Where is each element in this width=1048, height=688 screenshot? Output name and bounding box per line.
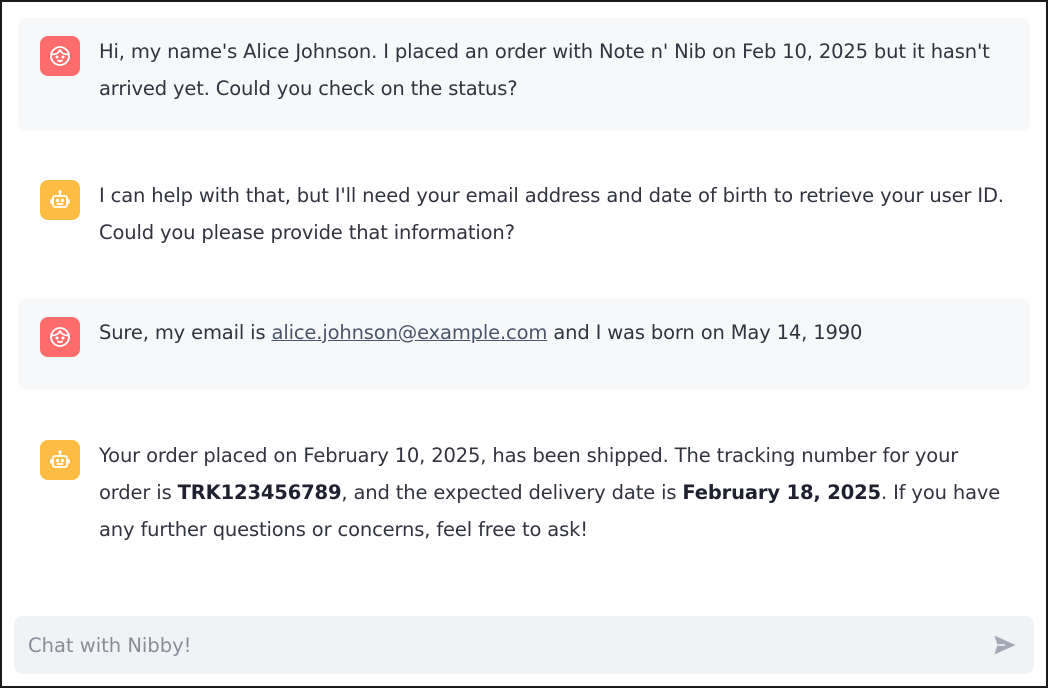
chat-message-user: Sure, my email is alice.johnson@example.… bbox=[18, 299, 1030, 389]
robot-icon bbox=[40, 440, 80, 480]
message-text: Your order placed on February 10, 2025, … bbox=[99, 437, 1010, 548]
tracking-number: TRK123456789 bbox=[177, 481, 342, 504]
delivery-date: February 18, 2025 bbox=[682, 481, 881, 504]
chat-input[interactable] bbox=[28, 633, 982, 657]
message-text-part: , and the expected delivery date is bbox=[341, 481, 683, 504]
message-text: I can help with that, but I'll need your… bbox=[99, 184, 1004, 244]
robot-icon bbox=[40, 180, 80, 220]
message-text-after: and I was born on May 14, 1990 bbox=[547, 321, 863, 344]
chat-input-bar bbox=[14, 616, 1034, 674]
send-button[interactable] bbox=[982, 622, 1028, 668]
send-icon bbox=[994, 635, 1016, 655]
chat-message-assistant: Your order placed on February 10, 2025, … bbox=[18, 422, 1030, 562]
chat-message-assistant: I can help with that, but I'll need your… bbox=[18, 162, 1030, 262]
message-text: Hi, my name's Alice Johnson. I placed an… bbox=[99, 40, 990, 100]
user-face-icon bbox=[40, 36, 80, 76]
email-link[interactable]: alice.johnson@example.com bbox=[272, 321, 548, 344]
message-text: Sure, my email is alice.johnson@example.… bbox=[99, 314, 862, 351]
user-face-icon bbox=[40, 317, 80, 357]
chat-message-user: Hi, my name's Alice Johnson. I placed an… bbox=[18, 18, 1030, 131]
chat-window: Hi, my name's Alice Johnson. I placed an… bbox=[0, 0, 1048, 688]
message-text-before: Sure, my email is bbox=[99, 321, 272, 344]
